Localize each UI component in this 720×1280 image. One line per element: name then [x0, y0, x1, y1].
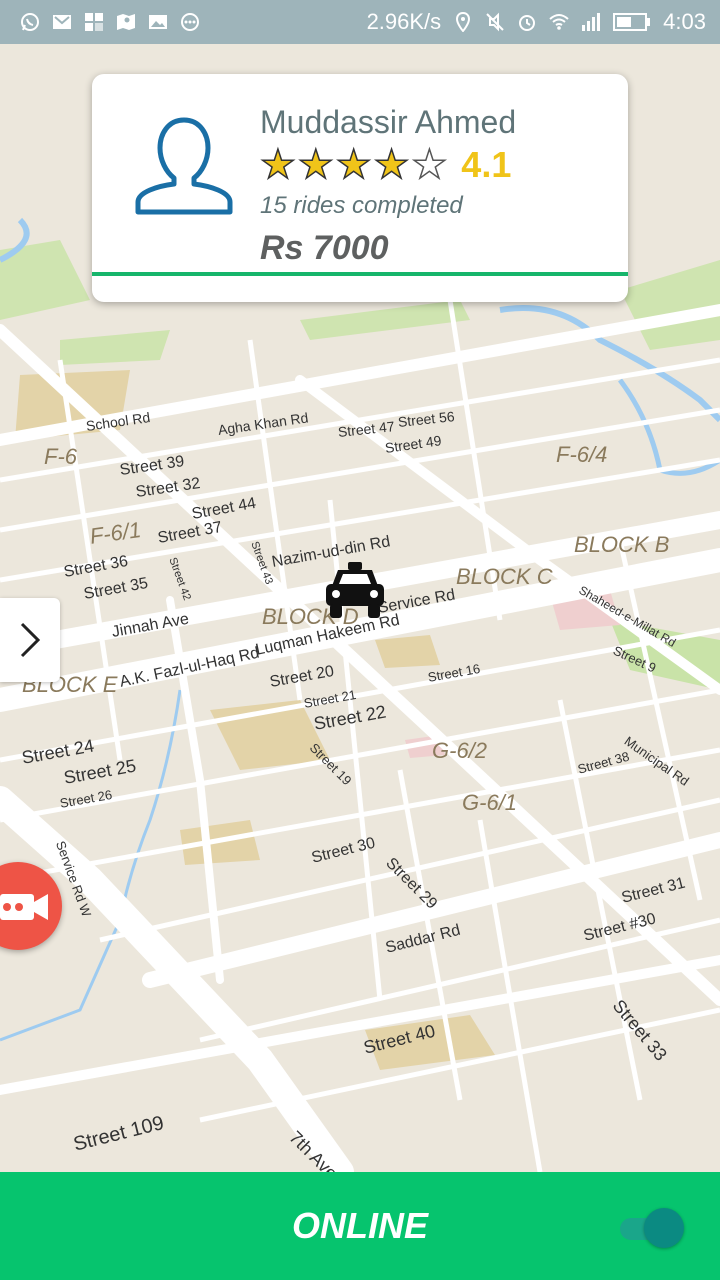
apps-icon: [85, 13, 103, 31]
chevron-right-icon: [20, 622, 41, 658]
expand-drawer-button[interactable]: [0, 598, 60, 682]
video-camera-icon: [0, 894, 48, 920]
toggle-thumb: [644, 1208, 684, 1248]
whatsapp-icon: [21, 13, 39, 31]
online-status-label: ONLINE: [291, 1205, 428, 1246]
mute-icon: [486, 12, 504, 32]
area-label: G-6/1: [462, 790, 518, 815]
star-icon: ★: [335, 143, 372, 187]
more-icon: [181, 13, 199, 31]
signal-icon: [582, 13, 601, 31]
driver-card: Muddassir Ahmed ★ ★ ★ ★ ★ 4.1 15 rides c…: [92, 74, 628, 302]
driver-name: Muddassir Ahmed: [260, 104, 517, 140]
area-label: BLOCK B: [574, 532, 670, 557]
area-label: G-6/2: [432, 738, 488, 763]
maps-icon: [117, 14, 135, 30]
card-accent-line: [92, 272, 628, 276]
status-bar: 2.96K/s 4:03: [0, 0, 720, 44]
taxi-icon: [326, 562, 384, 618]
system-icons: 2.96K/s 4:03: [367, 0, 706, 44]
online-status-bar: ONLINE: [0, 1172, 720, 1280]
area-label: BLOCK C: [456, 564, 553, 589]
gallery-icon: [149, 15, 167, 29]
wifi-icon: [549, 14, 569, 30]
rides-completed: 15 rides completed: [260, 192, 463, 219]
area-label: F-6/4: [556, 442, 608, 467]
star-icon: ★: [259, 143, 296, 187]
area-label: F-6: [44, 444, 77, 469]
location-icon: [456, 12, 471, 32]
clock: 4:03: [663, 9, 706, 34]
notification-icons: [0, 12, 200, 32]
rating-value: 4.1: [461, 144, 512, 185]
ride-price: Rs 7000: [260, 229, 389, 267]
rating-stars: ★ ★ ★ ★ ★ 4.1: [259, 143, 512, 187]
alarm-icon: [519, 15, 536, 31]
video-record-button[interactable]: [0, 862, 62, 950]
online-toggle[interactable]: [620, 1208, 686, 1248]
avatar-icon: [135, 117, 233, 215]
star-icon: ★: [373, 143, 410, 187]
battery-icon: [613, 13, 651, 31]
star-outline-icon: ★: [411, 143, 448, 187]
gmail-icon: [53, 15, 71, 29]
network-speed: 2.96K/s: [366, 9, 442, 34]
star-icon: ★: [297, 143, 334, 187]
